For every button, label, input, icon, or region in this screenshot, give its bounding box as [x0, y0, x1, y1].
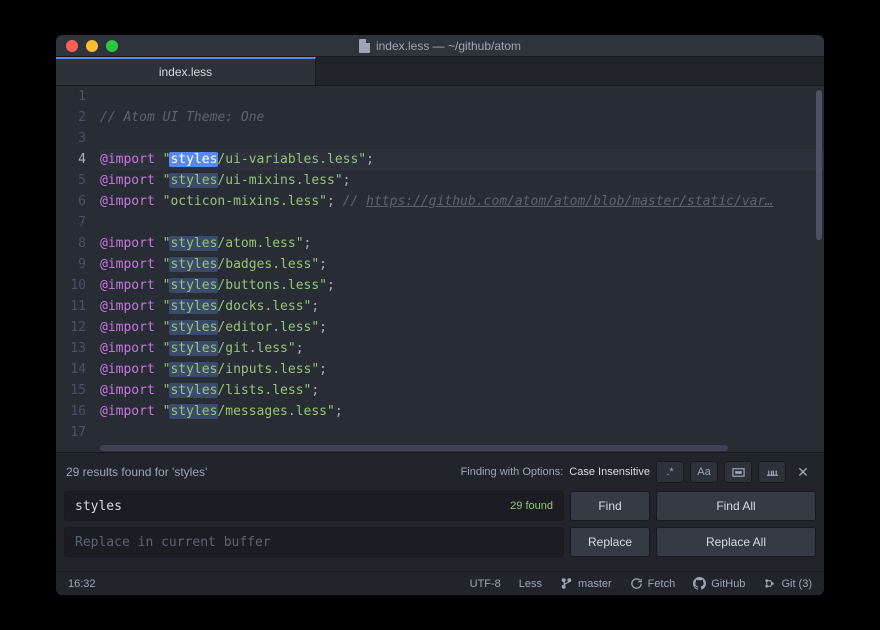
find-input-container: 29 found — [64, 491, 564, 521]
code-line[interactable] — [100, 422, 824, 443]
github-icon — [693, 577, 706, 590]
line-number[interactable]: 4 — [56, 149, 86, 170]
sync-icon — [630, 577, 643, 590]
whole-word-icon — [766, 466, 779, 479]
line-number[interactable]: 11 — [56, 296, 86, 317]
line-number[interactable]: 13 — [56, 338, 86, 359]
git-button[interactable]: Git (3) — [763, 577, 812, 590]
close-find-panel-button[interactable]: ✕ — [792, 461, 814, 483]
code-line[interactable]: @import "octicon-mixins.less"; // https:… — [100, 191, 824, 212]
fetch-label: Fetch — [648, 578, 676, 590]
find-button[interactable]: Find — [570, 491, 650, 521]
horizontal-scrollbar-thumb[interactable] — [100, 445, 728, 451]
line-number[interactable]: 2 — [56, 107, 86, 128]
code-line[interactable]: @import "styles/inputs.less"; — [100, 359, 824, 380]
line-number[interactable]: 10 — [56, 275, 86, 296]
line-number[interactable]: 6 — [56, 191, 86, 212]
code-line[interactable]: @import "styles/atom.less"; — [100, 233, 824, 254]
close-window-button[interactable] — [66, 40, 78, 52]
code-line[interactable] — [100, 128, 824, 149]
line-number[interactable]: 9 — [56, 254, 86, 275]
code-line[interactable]: @import "styles/badges.less"; — [100, 254, 824, 275]
git-icon — [763, 577, 776, 590]
git-label: Git (3) — [781, 578, 812, 590]
line-number-gutter: 1234567891011121314151617 — [56, 86, 100, 452]
editor-window: index.less — ~/github/atom index.less 12… — [56, 35, 824, 595]
titlebar: index.less — ~/github/atom — [56, 35, 824, 57]
find-options-label: Finding with Options: — [461, 466, 564, 478]
code-line[interactable]: @import "styles/docks.less"; — [100, 296, 824, 317]
code-line[interactable]: @import "styles/ui-mixins.less"; — [100, 170, 824, 191]
horizontal-scrollbar-track[interactable] — [100, 444, 814, 452]
grammar-selector[interactable]: Less — [519, 578, 542, 590]
replace-input[interactable] — [75, 535, 553, 550]
replace-input-container — [64, 527, 564, 557]
line-number[interactable]: 3 — [56, 128, 86, 149]
branch-icon — [560, 577, 573, 590]
find-count-badge: 29 found — [510, 500, 553, 512]
status-bar: 16:32 UTF-8 Less master Fetch GitHub Git… — [56, 571, 824, 595]
traffic-lights — [56, 40, 118, 52]
branch-name: master — [578, 578, 612, 590]
text-editor[interactable]: 1234567891011121314151617 // Atom UI The… — [56, 86, 824, 452]
window-title-text: index.less — ~/github/atom — [376, 39, 521, 53]
code-line[interactable] — [100, 86, 824, 107]
vertical-scrollbar[interactable] — [816, 90, 822, 240]
code-line[interactable]: @import "styles/editor.less"; — [100, 317, 824, 338]
replace-all-button[interactable]: Replace All — [656, 527, 816, 557]
github-label: GitHub — [711, 578, 745, 590]
find-all-button[interactable]: Find All — [656, 491, 816, 521]
cursor-position[interactable]: 16:32 — [68, 578, 96, 590]
code-line[interactable] — [100, 212, 824, 233]
github-button[interactable]: GitHub — [693, 577, 745, 590]
code-line[interactable]: @import "styles/git.less"; — [100, 338, 824, 359]
find-results-summary: 29 results found for 'styles' — [66, 465, 207, 479]
encoding-selector[interactable]: UTF-8 — [470, 578, 501, 590]
code-area[interactable]: // Atom UI Theme: One @import "styles/ui-… — [100, 86, 824, 452]
replace-button[interactable]: Replace — [570, 527, 650, 557]
line-number[interactable]: 1 — [56, 86, 86, 107]
file-icon — [359, 39, 371, 53]
line-number[interactable]: 7 — [56, 212, 86, 233]
line-number[interactable]: 5 — [56, 170, 86, 191]
line-number[interactable]: 15 — [56, 380, 86, 401]
code-line[interactable]: @import "styles/messages.less"; — [100, 401, 824, 422]
find-and-replace-panel: 29 results found for 'styles' Finding wi… — [56, 452, 824, 571]
find-input[interactable] — [75, 499, 510, 514]
regex-option-button[interactable]: .* — [656, 461, 684, 483]
line-number[interactable]: 8 — [56, 233, 86, 254]
line-number[interactable]: 14 — [56, 359, 86, 380]
whole-word-option-button[interactable] — [758, 461, 786, 483]
line-number[interactable]: 12 — [56, 317, 86, 338]
tab-bar: index.less — [56, 57, 824, 86]
code-line[interactable]: @import "styles/buttons.less"; — [100, 275, 824, 296]
selection-only-option-button[interactable] — [724, 461, 752, 483]
line-number[interactable]: 17 — [56, 422, 86, 443]
tab-label: index.less — [159, 65, 212, 79]
case-sensitive-option-button[interactable]: Aa — [690, 461, 718, 483]
maximize-window-button[interactable] — [106, 40, 118, 52]
tab-index-less[interactable]: index.less — [56, 57, 316, 85]
selection-icon — [732, 466, 745, 479]
code-line[interactable]: @import "styles/ui-variables.less"; — [100, 149, 824, 170]
find-options-value: Case Insensitive — [569, 466, 650, 478]
code-line[interactable]: // Atom UI Theme: One — [100, 107, 824, 128]
window-title: index.less — ~/github/atom — [56, 39, 824, 53]
fetch-button[interactable]: Fetch — [630, 577, 676, 590]
git-branch[interactable]: master — [560, 577, 612, 590]
minimize-window-button[interactable] — [86, 40, 98, 52]
line-number[interactable]: 16 — [56, 401, 86, 422]
code-line[interactable]: @import "styles/lists.less"; — [100, 380, 824, 401]
